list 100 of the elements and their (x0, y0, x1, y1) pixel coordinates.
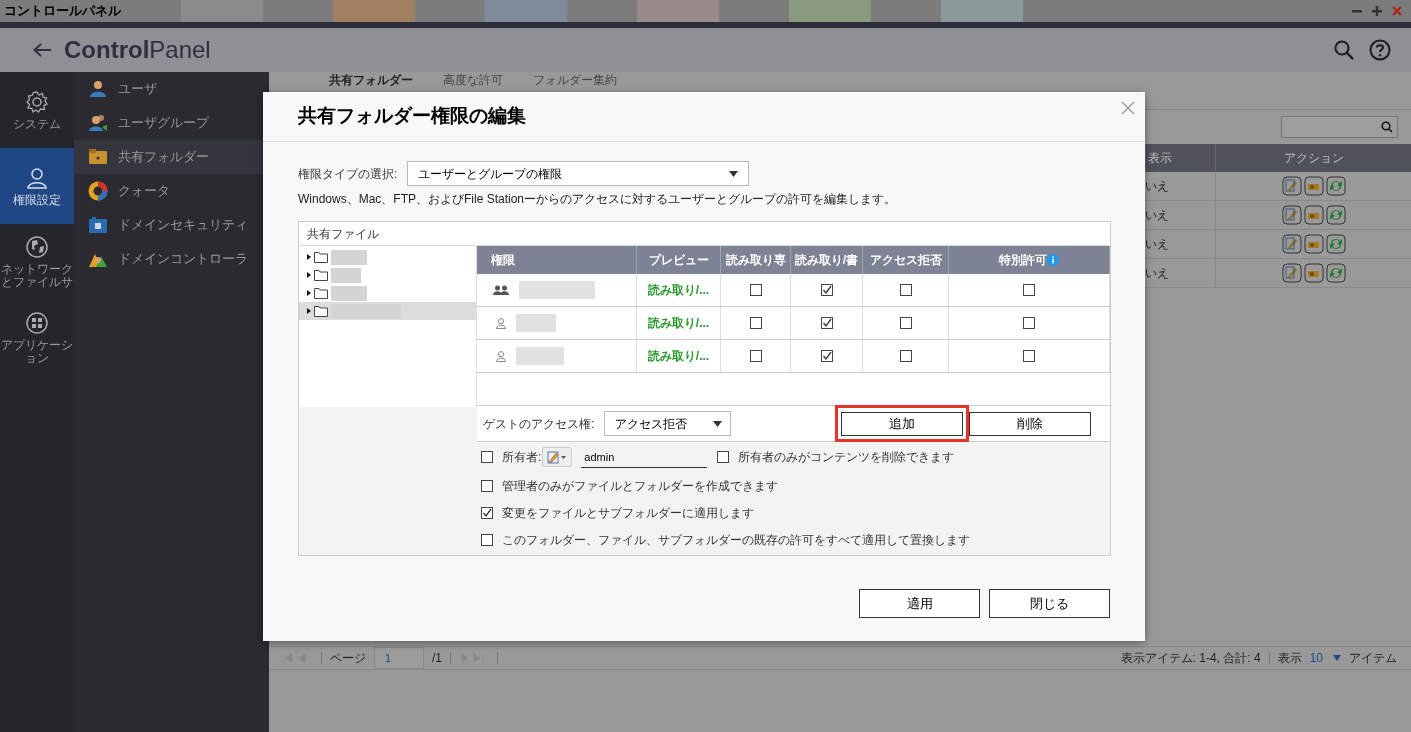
checkbox[interactable] (820, 350, 833, 362)
dialog-button[interactable]: 適用 (859, 589, 980, 618)
dialog-title: 共有フォルダー権限の編集 (298, 104, 526, 129)
edit-icon (1281, 205, 1302, 225)
add-button[interactable]: 追加 (841, 411, 964, 436)
owner-field[interactable]: admin (581, 446, 708, 468)
app-tile[interactable] (181, 0, 263, 22)
table-cell-text: 読み取り/... (647, 348, 710, 365)
page-field[interactable]: 1 (374, 647, 424, 669)
user-icon (496, 350, 506, 362)
remove-button[interactable]: 削除 (969, 411, 1092, 436)
table-cell-text: いえ (1145, 178, 1169, 195)
page-label: ページ (330, 650, 366, 667)
submenu-item[interactable]: ドメインコントローラ (74, 242, 269, 276)
checkbox[interactable] (899, 350, 912, 362)
checkbox[interactable] (717, 451, 730, 463)
checkbox[interactable] (899, 317, 912, 329)
guest-access-select[interactable]: アクセス拒否 (604, 411, 732, 436)
edit-dropdown-icon (547, 450, 568, 464)
globe-icon (25, 235, 49, 259)
table-cell-text: 読み取り/... (647, 315, 710, 332)
tab[interactable]: 高度な許可 (443, 71, 503, 89)
app-title: ControlPanel (64, 35, 211, 65)
checkbox[interactable] (899, 284, 912, 296)
table-cell-text: 読み取り/... (647, 282, 710, 299)
caret-icon (729, 170, 739, 177)
info-icon (1047, 254, 1059, 266)
nav-rail-item[interactable]: システム (0, 72, 74, 148)
checkbox[interactable] (481, 451, 493, 463)
redacted-block (331, 249, 367, 265)
column-header: 表示 (1148, 150, 1172, 167)
checkbox[interactable] (820, 284, 833, 296)
submenu-item[interactable]: ドメインセキュリティ (74, 208, 269, 242)
nav-rail-item[interactable]: アプリケーション (0, 300, 74, 376)
app-tile[interactable] (485, 0, 567, 22)
column-header: 読み取り専 (725, 252, 786, 269)
field-label: ゲストのアクセス権: (483, 415, 595, 433)
column-header: 権限 (491, 252, 515, 269)
permission-type-select[interactable]: ユーザーとグループの権限 (407, 161, 750, 186)
checkbox[interactable] (481, 533, 493, 546)
description-text: Windows、Mac、FTP、およびFile Stationーからのアクセスに対するユーザーとグループの許可を編集します。 (298, 191, 898, 208)
expand-icon (307, 308, 311, 314)
edit-icon (1281, 176, 1302, 196)
user-icon (496, 317, 506, 329)
dialog-button[interactable]: 閉じる (989, 589, 1110, 618)
option-label: 変更をファイルとサブフォルダーに適用します (502, 504, 754, 522)
submenu-item[interactable]: ユーザグループ (74, 106, 269, 140)
tab[interactable]: 共有フォルダー (329, 71, 413, 89)
table-cell-text: いえ (1145, 236, 1169, 253)
redacted-block (331, 285, 367, 301)
checkbox[interactable] (749, 350, 762, 362)
owner-picker-button[interactable] (542, 447, 573, 467)
checkbox[interactable] (1023, 317, 1035, 329)
checkbox[interactable] (749, 284, 762, 296)
redacted-block (516, 347, 564, 365)
tree-item[interactable] (299, 302, 476, 320)
refresh-icon (1325, 205, 1346, 225)
checkbox[interactable] (481, 479, 493, 492)
option-label: 所有者のみがコンテンツを削除できます (738, 449, 955, 466)
column-header: プレビュー (648, 252, 709, 269)
column-header: アクション (1283, 150, 1344, 167)
expand-icon (307, 290, 311, 296)
nav-rail-item[interactable]: 権限設定 (0, 148, 74, 224)
edit-icon (1281, 263, 1302, 283)
search-icon (1333, 39, 1355, 61)
option-label: このフォルダー、ファイル、サブフォルダーの既存の許可をすべて適用して置換します (502, 531, 970, 549)
redacted-block (516, 314, 556, 332)
app-tile[interactable] (637, 0, 719, 22)
submenu-item[interactable]: ユーザ (74, 72, 269, 106)
person-icon (25, 165, 49, 190)
refresh-icon (1325, 263, 1346, 283)
settings-icon (25, 89, 49, 114)
checkbox[interactable] (1023, 350, 1035, 362)
folder-icon (314, 287, 328, 299)
folder-icon (314, 269, 328, 281)
close-icon (1121, 101, 1135, 115)
folder-icon (314, 305, 328, 317)
maximize-icon (1371, 5, 1383, 17)
app-tile[interactable] (333, 0, 415, 22)
checkbox[interactable] (749, 317, 762, 329)
expand-icon (307, 254, 311, 260)
submenu-item[interactable]: クォータ (74, 174, 269, 208)
app-tile[interactable] (789, 0, 871, 22)
nav-rail-item[interactable]: ネットワークとファイルサ (0, 224, 74, 300)
display-label: 表示 (1277, 650, 1302, 667)
search-field[interactable] (1281, 116, 1398, 138)
pie-chart-icon (88, 181, 108, 201)
per-page-select[interactable]: 10 (1309, 649, 1341, 667)
tab[interactable]: フォルダー集約 (533, 71, 617, 89)
checkbox[interactable] (481, 506, 493, 519)
back-arrow-icon (32, 42, 52, 58)
checkbox[interactable] (1023, 284, 1035, 296)
user-icon (88, 79, 108, 99)
column-header: アクセス拒否 (869, 252, 942, 269)
option-label: 管理者のみがファイルとフォルダーを作成できます (502, 477, 778, 495)
grid-icon (25, 311, 49, 335)
edit-icon (1281, 234, 1302, 254)
pager-summary: 表示アイテム: 1-4, 合計: 4 (1120, 650, 1261, 667)
checkbox[interactable] (820, 317, 833, 329)
app-tile[interactable] (941, 0, 1023, 22)
